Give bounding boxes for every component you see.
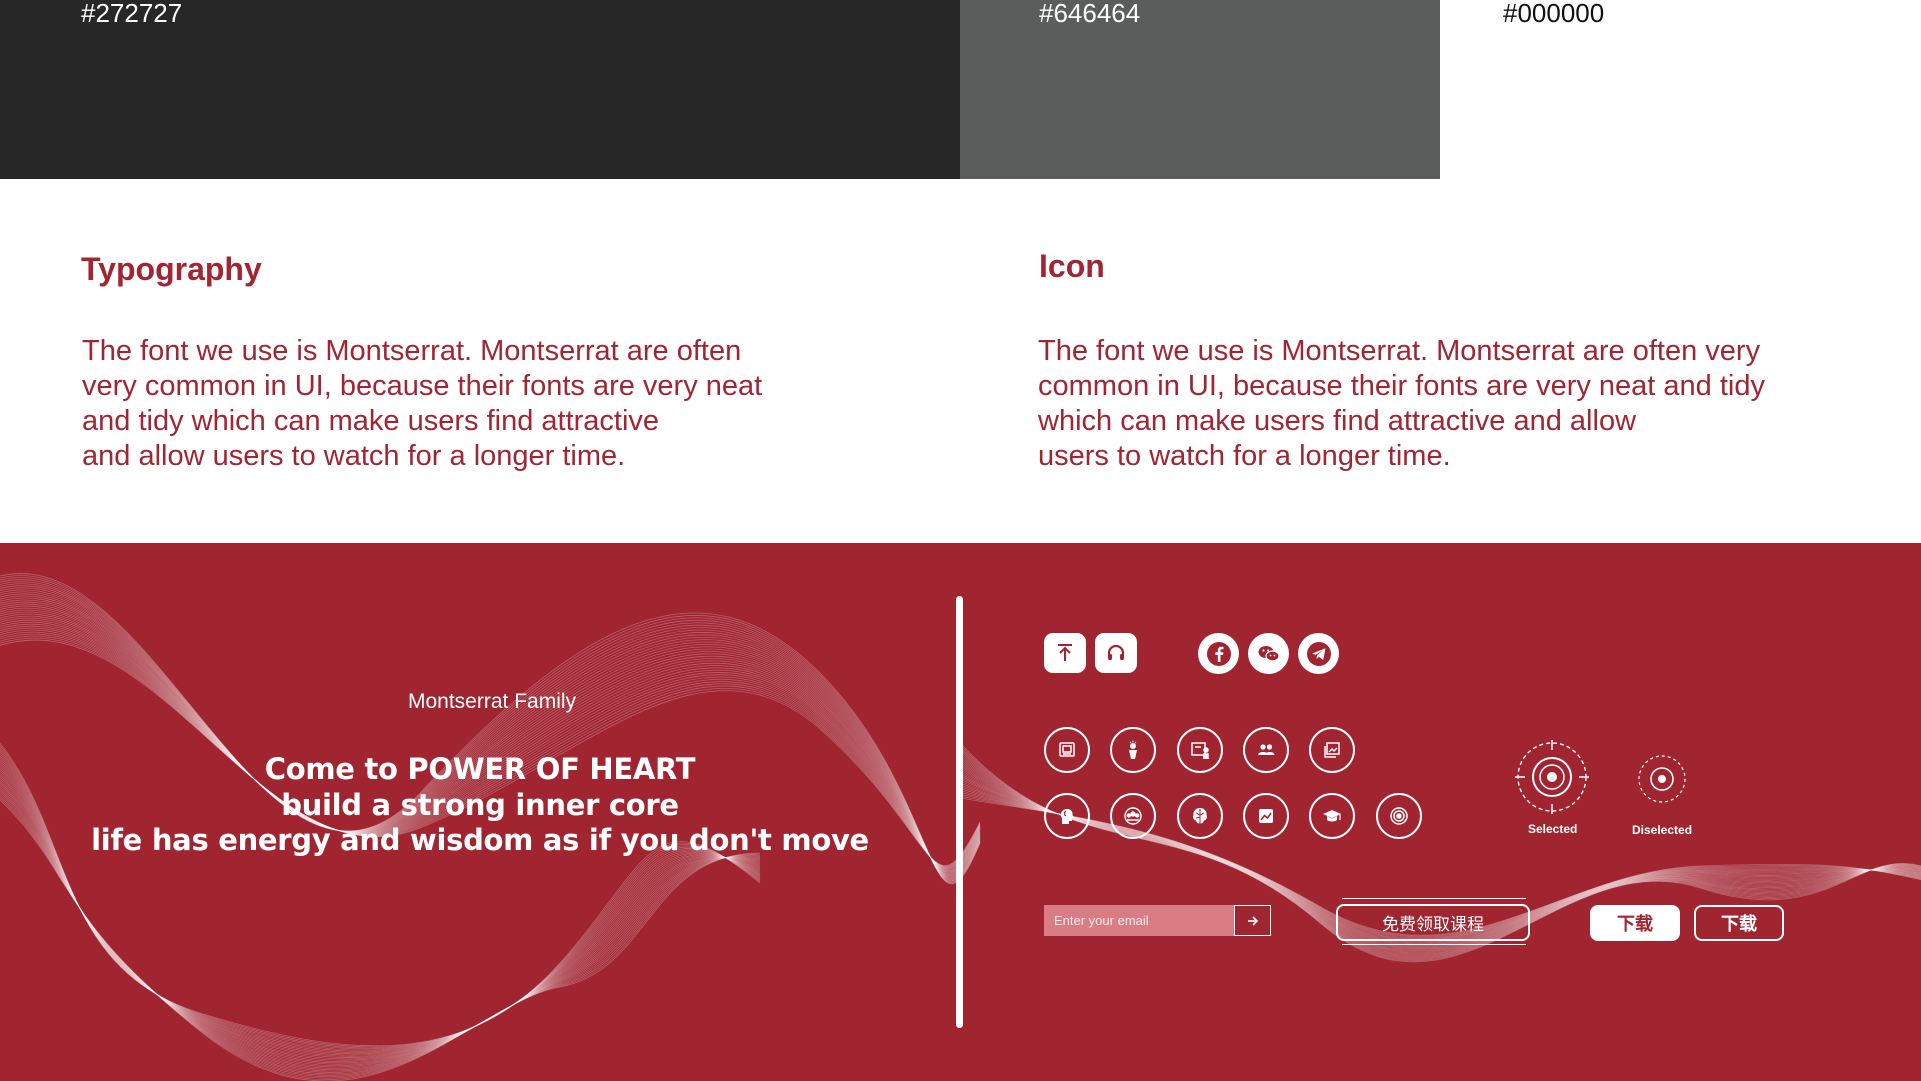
icon-body: The font we use is Montserrat. Montserra…	[1038, 335, 1765, 472]
deselected-state-icon[interactable]	[1637, 754, 1687, 804]
brain-icon[interactable]	[1177, 793, 1223, 839]
wechat-icon[interactable]	[1248, 633, 1289, 674]
facebook-icon[interactable]	[1198, 633, 1239, 674]
photo-frame-icon[interactable]	[1044, 727, 1090, 773]
free-course-button[interactable]: 免费领取课程	[1336, 904, 1530, 941]
team-icon[interactable]	[1110, 793, 1156, 839]
typography-body: The font we use is Montserrat. Montserra…	[82, 335, 763, 472]
hero-line-2: build a strong inner core	[281, 788, 679, 822]
font-family-label: Montserrat Family	[408, 690, 577, 713]
icon-heading: Icon	[1039, 248, 1105, 284]
button-bottom-line	[1342, 944, 1526, 945]
download-button-filled[interactable]: 下载	[1590, 905, 1680, 941]
hero-line-1: Come to POWER OF HEART	[264, 752, 696, 786]
swatch-gray: #646464	[960, 0, 1440, 179]
swatch-black: #000000	[1440, 0, 1921, 179]
hero-line-3: life has energy and wisdom as if you don…	[91, 823, 869, 857]
download-button-outline[interactable]: 下载	[1694, 905, 1784, 941]
selected-label: Selected	[1528, 822, 1578, 836]
email-field[interactable]	[1044, 905, 1234, 936]
arrow-right-icon	[1247, 915, 1258, 926]
brand-showcase-panel: Montserrat Family Come to POWER OF HEART…	[0, 543, 1921, 1081]
selected-state-icon[interactable]	[1515, 740, 1589, 814]
telegram-icon[interactable]	[1298, 633, 1339, 674]
presentation-icon[interactable]	[1177, 727, 1223, 773]
email-submit-button[interactable]	[1234, 905, 1271, 936]
group-icon[interactable]	[1243, 727, 1289, 773]
button-top-line	[1342, 898, 1526, 899]
section-divider	[956, 596, 963, 1028]
deselected-label: Diselected	[1632, 823, 1693, 837]
swatch-dark: #272727	[0, 0, 960, 179]
chart-icon[interactable]	[1243, 793, 1289, 839]
upload-icon[interactable]	[1044, 633, 1086, 673]
graduation-cap-icon[interactable]	[1309, 793, 1355, 839]
swatch-black-label: #000000	[1503, 0, 1605, 28]
swatch-gray-label: #646464	[1039, 0, 1141, 28]
typography-heading: Typography	[81, 251, 262, 287]
head-profile-icon[interactable]	[1044, 793, 1090, 839]
swatch-dark-label: #272727	[81, 0, 183, 28]
target-icon[interactable]	[1376, 793, 1422, 839]
speaker-person-icon[interactable]	[1110, 727, 1156, 773]
headphones-icon[interactable]	[1095, 633, 1137, 673]
gallery-icon[interactable]	[1309, 727, 1355, 773]
